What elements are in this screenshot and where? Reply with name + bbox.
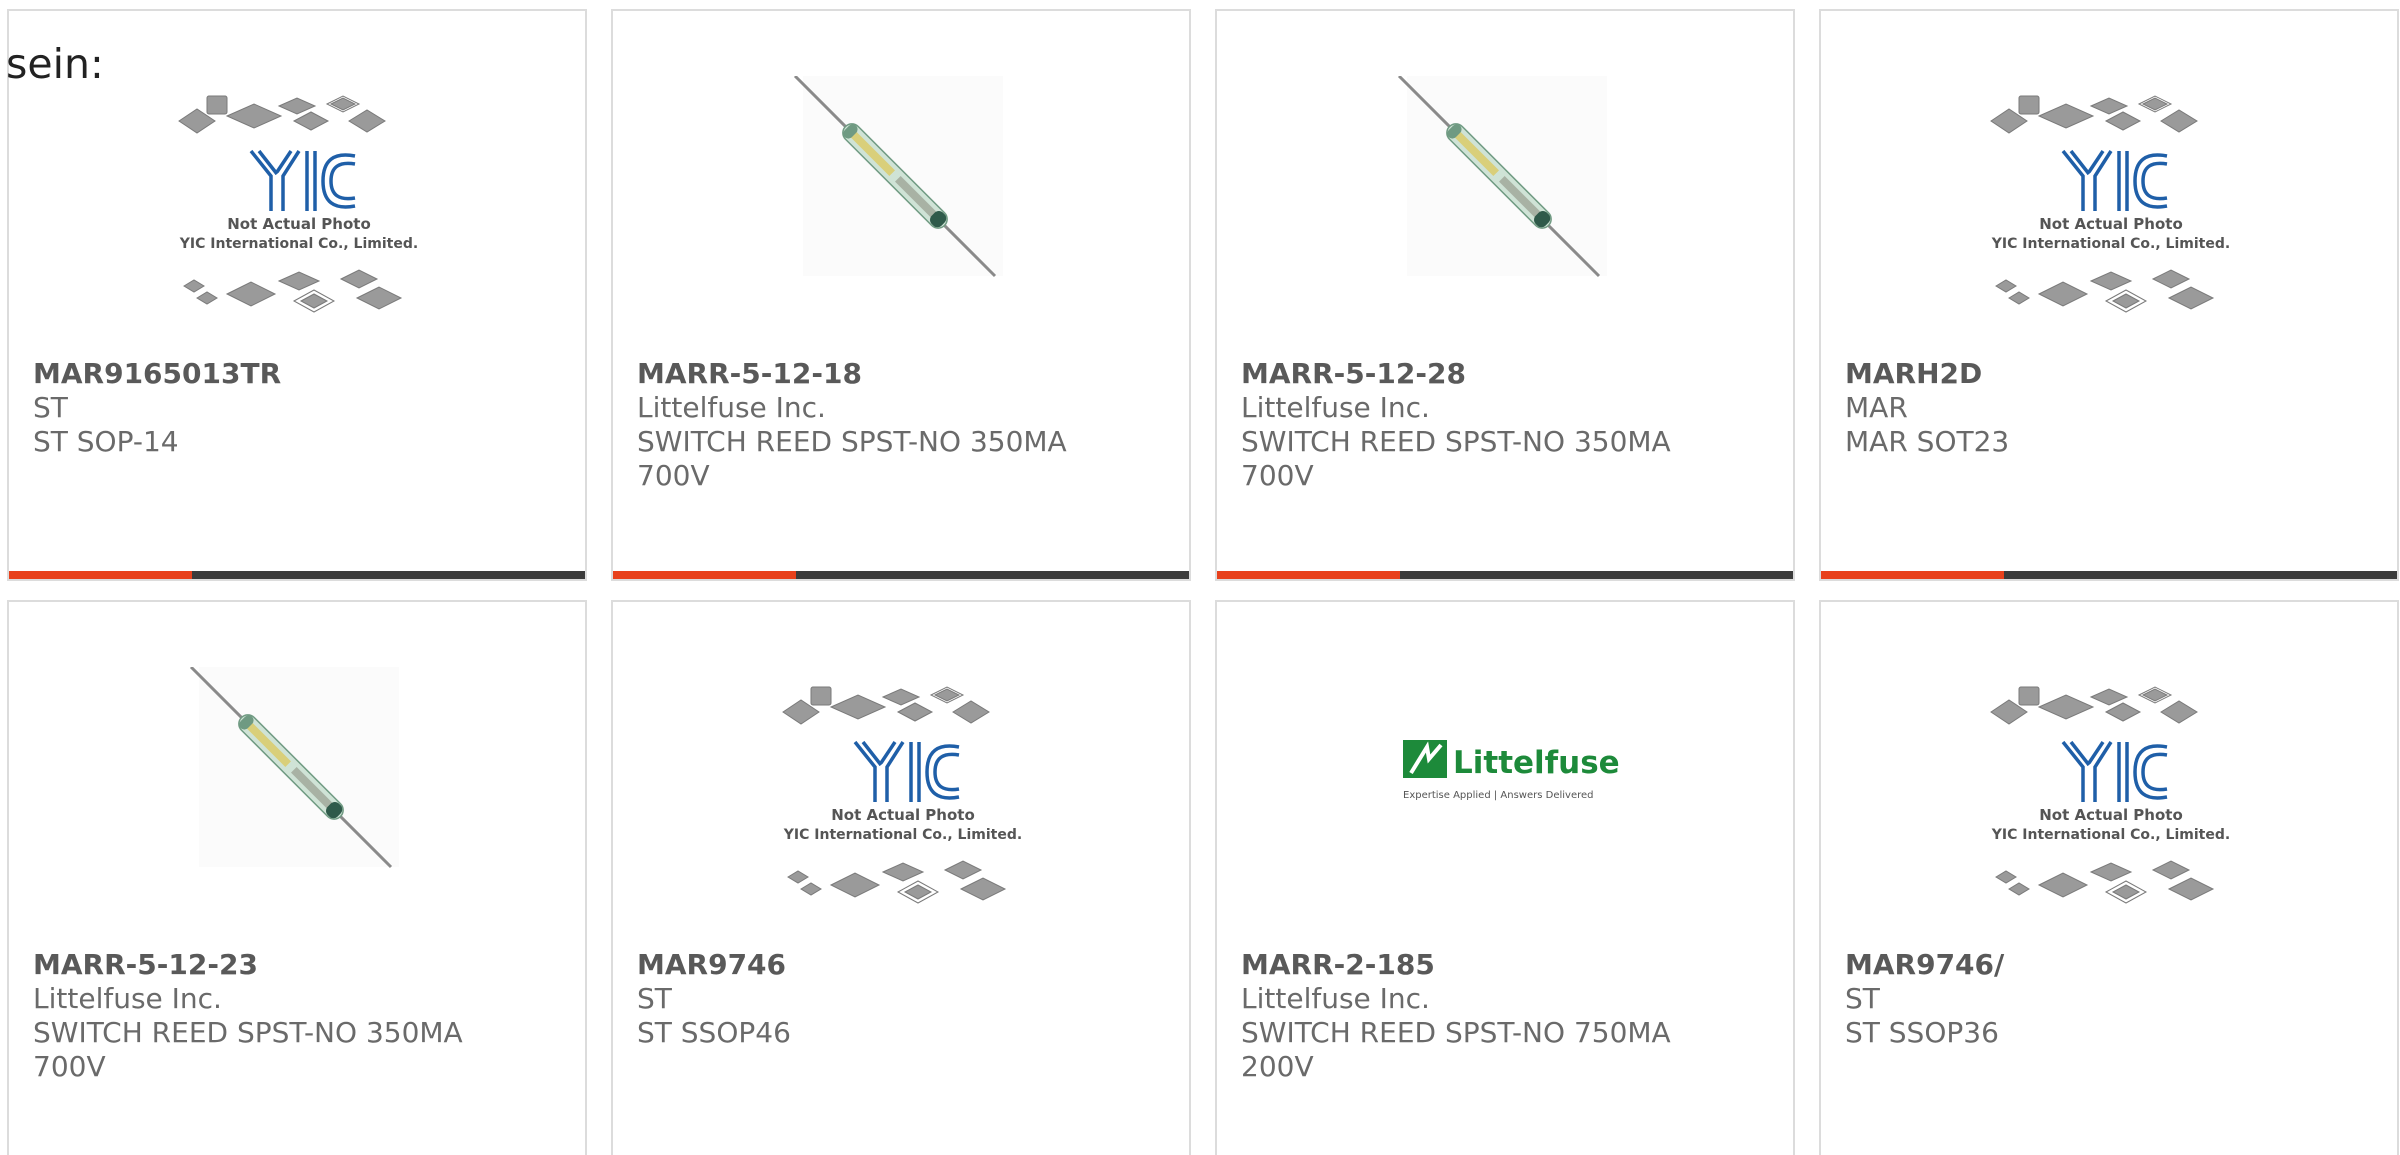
product-info: MARR-5-12-18 Littelfuse Inc. SWITCH REED…	[637, 357, 1077, 493]
description: ST SSOP46	[637, 1016, 791, 1049]
yic-logo	[2061, 149, 2168, 211]
yic-placeholder-image: Not Actual Photo YIC International Co., …	[1990, 95, 2230, 313]
manufacturer: ST	[33, 391, 68, 424]
product-image[interactable]: Not Actual Photo YIC International Co., …	[763, 667, 1043, 937]
product-card[interactable]: Littelfuse Expertise Applied | Answers D…	[1215, 600, 1795, 1155]
card-bar-accent	[1217, 571, 1400, 579]
chip-package-icons	[782, 686, 990, 725]
placeholder-line2: YIC International Co., Limited.	[179, 236, 418, 252]
littelfuse-logo-image: Littelfuse Expertise Applied | Answers D…	[1403, 740, 1620, 801]
product-info: MAR9165013TR ST ST SOP-14	[33, 357, 473, 459]
part-number-link[interactable]: MARR-2-185	[1241, 948, 1681, 982]
product-image[interactable]	[159, 667, 439, 937]
product-card[interactable]: Not Actual Photo YIC International Co., …	[1819, 600, 2399, 1155]
description: SWITCH REED SPST-NO 350MA 700V	[1241, 425, 1671, 492]
yic-placeholder-image: Not Actual Photo YIC International Co., …	[178, 95, 418, 313]
placeholder-line2: YIC International Co., Limited.	[783, 827, 1022, 843]
chip-package-icons	[178, 95, 386, 134]
product-image[interactable]: Not Actual Photo YIC International Co., …	[1971, 76, 2251, 346]
part-number-link[interactable]: MAR9165013TR	[33, 357, 473, 391]
product-image[interactable]: Littelfuse Expertise Applied | Answers D…	[1367, 667, 1647, 937]
card-bar	[1217, 571, 1793, 579]
description: MAR SOT23	[1845, 425, 2010, 458]
yic-logo	[2061, 740, 2168, 802]
part-number-link[interactable]: MARR-5-12-28	[1241, 357, 1681, 391]
manufacturer: Littelfuse Inc.	[1241, 982, 1430, 1015]
card-bar-accent	[613, 571, 796, 579]
littelfuse-wordmark: Littelfuse	[1453, 745, 1620, 781]
yic-placeholder-image: Not Actual Photo YIC International Co., …	[782, 686, 1022, 904]
description: SWITCH REED SPST-NO 750MA 200V	[1241, 1016, 1671, 1083]
product-card[interactable]: Not Actual Photo YIC International Co., …	[7, 9, 587, 581]
chip-package-icons	[1995, 860, 2215, 904]
description: ST SSOP36	[1845, 1016, 1999, 1049]
yic-logo	[853, 740, 960, 802]
part-number-link[interactable]: MARR-5-12-23	[33, 948, 473, 982]
part-number-link[interactable]: MARH2D	[1845, 357, 2285, 391]
product-card[interactable]: MARR-5-12-18 Littelfuse Inc. SWITCH REED…	[611, 9, 1191, 581]
product-card[interactable]: MARR-5-12-23 Littelfuse Inc. SWITCH REED…	[7, 600, 587, 1155]
placeholder-line1: Not Actual Photo	[831, 806, 975, 824]
chip-package-icons	[1995, 269, 2215, 313]
intro-text: sein:	[6, 40, 104, 88]
product-image[interactable]: Not Actual Photo YIC International Co., …	[159, 76, 439, 346]
chip-package-icons	[1990, 686, 2198, 725]
card-bar-accent	[1821, 571, 2004, 579]
part-number-link[interactable]: MAR9746/	[1845, 948, 2285, 982]
littelfuse-tagline: Expertise Applied | Answers Delivered	[1403, 790, 1594, 801]
yic-placeholder-image: Not Actual Photo YIC International Co., …	[1990, 686, 2230, 904]
description: SWITCH REED SPST-NO 350MA 700V	[637, 425, 1067, 492]
card-bar	[613, 571, 1189, 579]
placeholder-line1: Not Actual Photo	[227, 215, 371, 233]
reed-switch-image	[189, 667, 399, 869]
card-bar-accent	[9, 571, 192, 579]
product-info: MAR9746 ST ST SSOP46	[637, 948, 1077, 1050]
reed-switch-image	[793, 76, 1003, 278]
product-info: MAR9746/ ST ST SSOP36	[1845, 948, 2285, 1050]
chip-package-icons	[183, 269, 403, 313]
description: ST SOP-14	[33, 425, 179, 458]
product-info: MARR-5-12-23 Littelfuse Inc. SWITCH REED…	[33, 948, 473, 1084]
chip-package-icons	[787, 860, 1007, 904]
part-number-link[interactable]: MAR9746	[637, 948, 1077, 982]
chip-package-icons	[1990, 95, 2198, 134]
product-info: MARR-5-12-28 Littelfuse Inc. SWITCH REED…	[1241, 357, 1681, 493]
manufacturer: ST	[637, 982, 672, 1015]
product-grid: sein: Not Actual Photo YIC International…	[0, 0, 2400, 1155]
reed-switch-image	[1397, 76, 1607, 278]
placeholder-line2: YIC International Co., Limited.	[1991, 827, 2230, 843]
product-card[interactable]: Not Actual Photo YIC International Co., …	[611, 600, 1191, 1155]
product-image[interactable]: Not Actual Photo YIC International Co., …	[1971, 667, 2251, 937]
product-card[interactable]: MARR-5-12-28 Littelfuse Inc. SWITCH REED…	[1215, 9, 1795, 581]
yic-logo	[249, 149, 356, 211]
manufacturer: MAR	[1845, 391, 1908, 424]
description: SWITCH REED SPST-NO 350MA 700V	[33, 1016, 463, 1083]
product-info: MARH2D MAR MAR SOT23	[1845, 357, 2285, 459]
littelfuse-logo-mark	[1403, 740, 1447, 778]
product-image[interactable]	[763, 76, 1043, 346]
manufacturer: ST	[1845, 982, 1880, 1015]
manufacturer: Littelfuse Inc.	[637, 391, 826, 424]
placeholder-line1: Not Actual Photo	[2039, 806, 2183, 824]
card-bar	[9, 571, 585, 579]
product-image[interactable]	[1367, 76, 1647, 346]
card-bar	[1821, 571, 2397, 579]
placeholder-line1: Not Actual Photo	[2039, 215, 2183, 233]
product-card[interactable]: Not Actual Photo YIC International Co., …	[1819, 9, 2399, 581]
part-number-link[interactable]: MARR-5-12-18	[637, 357, 1077, 391]
manufacturer: Littelfuse Inc.	[1241, 391, 1430, 424]
placeholder-line2: YIC International Co., Limited.	[1991, 236, 2230, 252]
product-info: MARR-2-185 Littelfuse Inc. SWITCH REED S…	[1241, 948, 1681, 1084]
manufacturer: Littelfuse Inc.	[33, 982, 222, 1015]
